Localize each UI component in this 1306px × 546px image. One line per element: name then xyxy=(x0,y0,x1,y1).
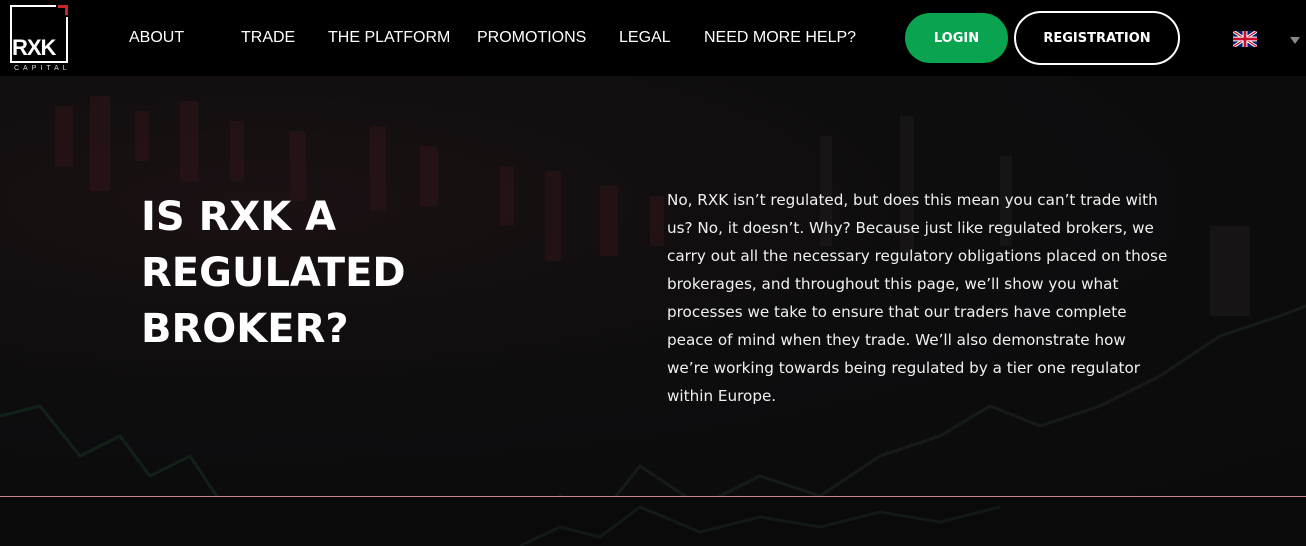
caret-down-icon[interactable] xyxy=(1290,37,1300,44)
nav-promotions[interactable]: PROMOTIONS xyxy=(477,29,586,47)
site-header: RXK CAPITAL ABOUT TRADE THE PLATFORM PRO… xyxy=(0,0,1306,76)
nav-legal[interactable]: LEGAL xyxy=(619,29,671,47)
nav-trade[interactable]: TRADE xyxy=(241,29,295,47)
title-line-1: IS RXK A xyxy=(141,194,337,240)
hero-section: IS RXK A REGULATED BROKER? No, RXK isn’t… xyxy=(0,76,1306,496)
uk-flag-icon[interactable] xyxy=(1232,29,1258,49)
title-line-2: REGULATED xyxy=(141,250,406,296)
page-title: IS RXK A REGULATED BROKER? xyxy=(141,189,471,357)
main-nav: ABOUT TRADE THE PLATFORM PROMOTIONS LEGA… xyxy=(0,0,900,76)
login-button[interactable]: LOGIN xyxy=(905,13,1008,63)
bottom-section xyxy=(0,497,1306,546)
title-line-3: BROKER? xyxy=(141,306,349,352)
bottom-chart-background xyxy=(519,505,1001,546)
nav-about[interactable]: ABOUT xyxy=(129,29,184,47)
registration-button[interactable]: REGISTRATION xyxy=(1014,11,1180,65)
hero-description: No, RXK isn’t regulated, but does this m… xyxy=(667,191,1168,405)
nav-the-platform[interactable]: THE PLATFORM xyxy=(328,29,450,47)
nav-need-more-help[interactable]: NEED MORE HELP? xyxy=(704,29,856,47)
